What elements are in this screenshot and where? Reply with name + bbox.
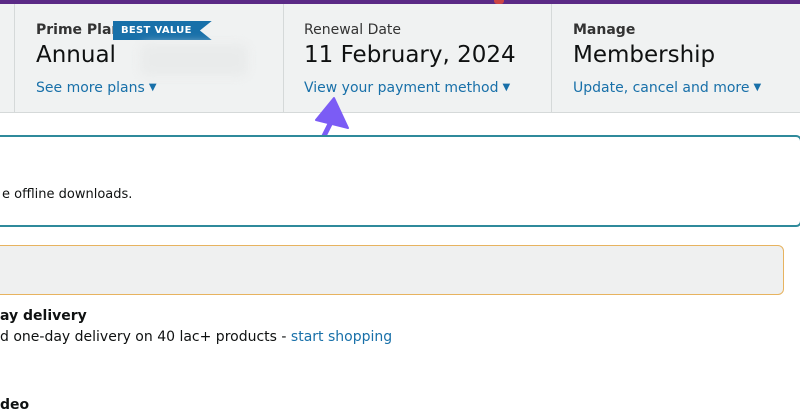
delivery-title: ay delivery (0, 308, 87, 324)
caret-down-icon: ▼ (753, 82, 762, 93)
renewal-date-value: 11 February, 2024 (304, 42, 516, 68)
renewal-date-label: Renewal Date (304, 22, 402, 38)
see-more-plans-label: See more plans (36, 80, 145, 96)
caret-down-icon: ▼ (502, 82, 511, 93)
update-cancel-label: Update, cancel and more (573, 80, 750, 96)
delivery-description: d one-day delivery on 40 lac+ products -… (0, 329, 392, 345)
start-shopping-link[interactable]: start shopping (291, 329, 392, 345)
see-more-plans-link[interactable]: See more plans ▼ (36, 80, 157, 96)
plan-value: Annual (36, 42, 116, 68)
caret-down-icon: ▼ (148, 82, 157, 93)
prime-plan-label: Prime Plan (36, 22, 122, 38)
blurred-redaction (140, 44, 248, 76)
membership-value: Membership (573, 42, 716, 68)
membership-summary-bar: Prime Plan BEST VALUE Annual See more pl… (0, 4, 800, 113)
delivery-desc-text: d one-day delivery on 40 lac+ products - (0, 329, 291, 345)
notice-card (0, 245, 784, 295)
video-title: deo (0, 397, 30, 413)
best-value-badge: BEST VALUE (113, 21, 212, 40)
feature-card-highlighted: e offline downloads. (0, 135, 800, 227)
feature-card-text: e offline downloads. (2, 187, 133, 202)
prime-plan-column: Prime Plan BEST VALUE Annual See more pl… (14, 4, 284, 112)
manage-label: Manage (573, 22, 636, 38)
update-cancel-link[interactable]: Update, cancel and more ▼ (573, 80, 761, 96)
manage-column: Manage Membership Update, cancel and mor… (552, 4, 800, 112)
